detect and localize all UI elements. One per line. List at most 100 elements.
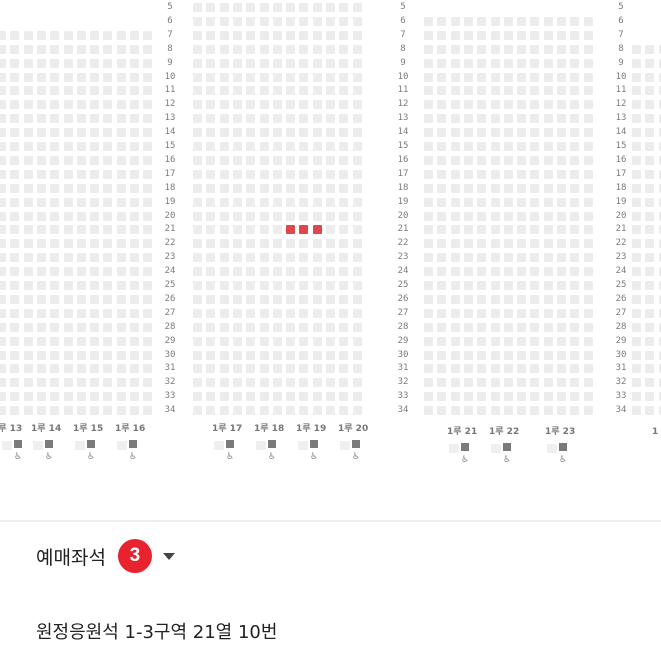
seat[interactable] — [143, 183, 153, 193]
seat[interactable] — [339, 30, 349, 40]
seat[interactable] — [503, 350, 513, 360]
seat[interactable] — [232, 58, 242, 68]
seat[interactable] — [219, 322, 229, 332]
seat[interactable] — [517, 392, 527, 402]
seat[interactable] — [23, 30, 33, 40]
seat[interactable] — [246, 72, 256, 82]
seat[interactable] — [259, 86, 269, 96]
seat[interactable] — [23, 350, 33, 360]
seat[interactable] — [339, 336, 349, 346]
seat[interactable] — [463, 378, 473, 388]
seat[interactable] — [143, 378, 153, 388]
seat[interactable] — [530, 100, 540, 110]
seat[interactable] — [517, 183, 527, 193]
seat[interactable] — [326, 225, 335, 235]
seat[interactable] — [90, 58, 100, 68]
seat[interactable] — [530, 378, 540, 388]
seat[interactable] — [632, 364, 641, 374]
seat[interactable] — [0, 114, 6, 124]
seat[interactable] — [583, 58, 593, 68]
seat[interactable] — [193, 211, 202, 221]
seat[interactable] — [463, 322, 473, 332]
seat[interactable] — [23, 211, 33, 221]
seat[interactable] — [246, 114, 256, 124]
seat[interactable] — [583, 281, 593, 290]
seat[interactable] — [130, 44, 139, 54]
seat[interactable] — [219, 364, 229, 374]
seat[interactable] — [490, 100, 500, 110]
seat[interactable] — [63, 169, 73, 179]
seat[interactable] — [645, 100, 655, 110]
seat[interactable] — [63, 30, 73, 40]
seat[interactable] — [50, 308, 60, 318]
seat[interactable] — [286, 253, 296, 263]
seat[interactable] — [116, 350, 126, 360]
seat[interactable] — [272, 211, 282, 221]
seat[interactable] — [246, 58, 256, 68]
seat[interactable] — [503, 86, 513, 96]
seat[interactable] — [339, 281, 349, 290]
seat[interactable] — [116, 364, 126, 374]
seat[interactable] — [232, 406, 242, 416]
seat[interactable] — [193, 100, 202, 110]
seat[interactable] — [50, 86, 60, 96]
seat[interactable] — [450, 142, 460, 151]
seat[interactable] — [645, 44, 655, 54]
seat[interactable] — [517, 406, 527, 416]
seat[interactable] — [76, 322, 86, 332]
seat[interactable] — [645, 183, 655, 193]
seat[interactable] — [299, 72, 309, 82]
seat[interactable] — [272, 114, 282, 124]
seat[interactable] — [206, 197, 216, 207]
seat[interactable] — [272, 378, 282, 388]
seat[interactable] — [23, 142, 33, 151]
seat[interactable] — [543, 114, 553, 124]
seat[interactable] — [116, 406, 126, 416]
seat[interactable] — [450, 58, 460, 68]
seat[interactable] — [645, 128, 655, 138]
seat[interactable] — [299, 211, 309, 221]
seat[interactable] — [193, 378, 202, 388]
seat[interactable] — [272, 336, 282, 346]
seat[interactable] — [299, 100, 309, 110]
seat[interactable] — [632, 281, 641, 290]
seat[interactable] — [477, 155, 487, 165]
seat[interactable] — [193, 44, 202, 54]
seat[interactable] — [10, 267, 20, 277]
seat[interactable] — [103, 114, 113, 124]
seat[interactable] — [299, 364, 309, 374]
seat[interactable] — [312, 58, 322, 68]
seat[interactable] — [583, 44, 593, 54]
seat[interactable] — [543, 322, 553, 332]
seat[interactable] — [352, 211, 362, 221]
seat[interactable] — [570, 308, 580, 318]
seat[interactable] — [130, 378, 139, 388]
seat[interactable] — [299, 392, 309, 402]
seat[interactable] — [557, 322, 566, 332]
seat[interactable] — [90, 350, 100, 360]
seat[interactable] — [583, 322, 593, 332]
seat[interactable] — [339, 392, 349, 402]
seat[interactable] — [246, 336, 256, 346]
seat[interactable] — [90, 72, 100, 82]
seat[interactable] — [206, 281, 216, 290]
seat[interactable] — [463, 169, 473, 179]
seat[interactable] — [23, 281, 33, 290]
seat[interactable] — [477, 336, 487, 346]
seat[interactable] — [63, 350, 73, 360]
seat[interactable] — [246, 128, 256, 138]
seat[interactable] — [645, 406, 655, 416]
seat[interactable] — [490, 142, 500, 151]
seat[interactable] — [570, 364, 580, 374]
seat[interactable] — [463, 128, 473, 138]
seat[interactable] — [326, 155, 335, 165]
seat[interactable] — [352, 155, 362, 165]
seat[interactable] — [193, 294, 202, 304]
seat[interactable] — [583, 406, 593, 416]
seat[interactable] — [312, 378, 322, 388]
seat[interactable] — [63, 142, 73, 151]
seat[interactable] — [10, 155, 20, 165]
seat[interactable] — [0, 155, 6, 165]
seat[interactable] — [232, 239, 242, 249]
seat[interactable] — [232, 183, 242, 193]
